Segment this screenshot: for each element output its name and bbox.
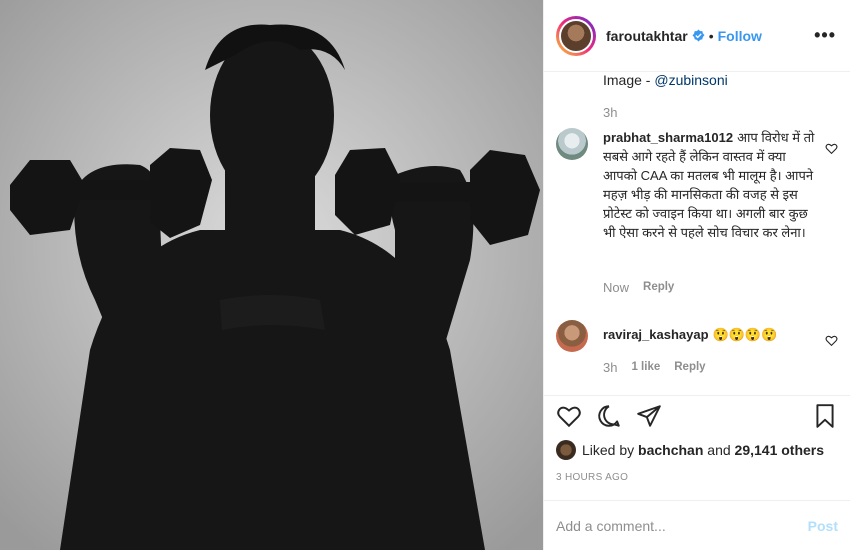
comment-likes-button[interactable]: 1 like: [631, 360, 660, 375]
dumbbell-silhouette-photo: [0, 0, 543, 550]
comment-meta: Now Reply: [603, 280, 674, 295]
reply-button[interactable]: Reply: [674, 360, 705, 375]
separator-dot: •: [708, 27, 714, 44]
more-options-icon[interactable]: •••: [814, 25, 836, 46]
liker-username[interactable]: bachchan: [638, 442, 703, 458]
post-comment-button[interactable]: Post: [808, 518, 838, 534]
commenter-avatar[interactable]: [556, 128, 588, 160]
comment-bubble-icon[interactable]: [596, 403, 622, 429]
mention-link[interactable]: @zubinsoni: [654, 72, 727, 88]
comment-text: आप विरोध में तो सबसे आगे रहते हैं लेकिन …: [603, 130, 815, 240]
follow-button[interactable]: Follow: [718, 28, 762, 44]
likes-summary: Liked by bachchan and 29,141 others: [556, 440, 824, 460]
post-username[interactable]: faroutakhtar: [606, 28, 688, 44]
previous-comment-prefix: Image -: [603, 72, 655, 88]
comment-username[interactable]: raviraj_kashayap: [603, 327, 709, 342]
comment-body: raviraj_kashayap 😲😲😲😲: [603, 325, 819, 344]
comment-input[interactable]: [556, 517, 808, 534]
comment-like-heart-icon[interactable]: [825, 142, 838, 155]
profile-avatar[interactable]: [556, 15, 596, 56]
post-details-panel: faroutakhtar • Follow ••• Image - @zubin…: [543, 0, 850, 550]
paper-plane-icon[interactable]: [636, 403, 662, 429]
bookmark-icon[interactable]: [812, 403, 838, 429]
comment-username[interactable]: prabhat_sharma1012: [603, 130, 733, 145]
comment-text: 😲😲😲😲: [712, 327, 778, 342]
comments-list[interactable]: Image - @zubinsoni 3h prabhat_sharma1012…: [544, 72, 850, 395]
reply-button[interactable]: Reply: [643, 280, 674, 295]
previous-comment-text: Image - @zubinsoni: [603, 72, 728, 88]
comment-time: Now: [603, 280, 630, 295]
post-image[interactable]: [0, 0, 543, 550]
commenter-avatar[interactable]: [556, 320, 588, 352]
previous-comment-time: 3h: [603, 105, 618, 120]
comment-time: 3h: [603, 360, 618, 375]
post-header: faroutakhtar • Follow •••: [544, 0, 850, 72]
likes-middle: and: [707, 442, 731, 458]
avatar-image: [559, 18, 593, 53]
comment-body: prabhat_sharma1012 आप विरोध में तो सबसे आ…: [603, 128, 819, 242]
liker-avatar[interactable]: [556, 440, 576, 460]
heart-icon[interactable]: [556, 403, 582, 429]
comment-meta: 3h 1 like Reply: [603, 360, 706, 375]
likes-count-link[interactable]: 29,141 others: [735, 442, 825, 458]
likes-prefix: Liked by: [582, 442, 635, 458]
post-timestamp[interactable]: 3 HOURS AGO: [556, 472, 628, 483]
verified-badge-icon: [692, 29, 705, 42]
add-comment-bar: Post: [544, 500, 850, 550]
comment-like-heart-icon[interactable]: [825, 334, 838, 347]
post-actions-bar: [544, 395, 850, 435]
